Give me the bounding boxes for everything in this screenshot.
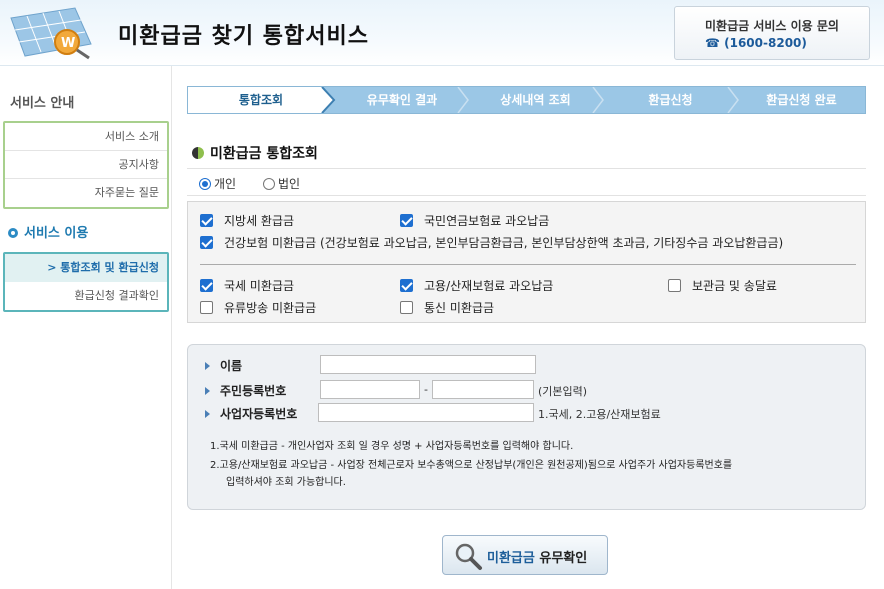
rrn-hint: (기본입력)	[538, 385, 588, 398]
rrn-dash: -	[424, 383, 428, 396]
magnifier-icon	[455, 543, 482, 570]
radio-individual[interactable]: 개인	[199, 175, 236, 192]
rrn-label: 주민등록번호	[205, 382, 286, 399]
triangle-icon	[205, 410, 210, 418]
check-existence-button[interactable]: 미환급금 유무확인	[442, 535, 608, 575]
sidebar-item-integrated-inquiry[interactable]: > 통합조회 및 환급신청	[5, 254, 167, 282]
sidebar-item-refund-result[interactable]: 환급신청 결과확인	[5, 282, 167, 310]
person-type-radios: 개인 법인	[187, 168, 866, 196]
note-2: 2.고용/산재보험료 과오납금 - 사업장 전체근로자 보수총액으로 산정납부(…	[210, 460, 733, 471]
step-detail-inquiry: 상세내역 조회	[500, 93, 571, 107]
sidebar-item-faq[interactable]: 자주묻는 질문	[5, 179, 167, 207]
rrn-first-input[interactable]	[320, 380, 420, 399]
radio-corporate[interactable]: 법인	[263, 175, 300, 192]
checkbox-telecom[interactable]: 통신 미환급금	[400, 299, 494, 316]
sidebar-section-title-info: 서비스 안내	[10, 96, 75, 111]
search-form: 이름 주민등록번호 - (기본입력) 사업자등록번호 1.국세, 2.고용/산재…	[187, 344, 866, 510]
step-existence-result: 유무확인 결과	[366, 93, 438, 107]
section-title: 미환급금 통합조회	[192, 143, 318, 163]
checkbox-icon[interactable]	[400, 301, 413, 314]
biz-number-input[interactable]	[318, 403, 534, 422]
checkbox-icon[interactable]	[668, 279, 681, 292]
progress-steps: 통합조회 유무확인 결과 상세내역 조회 환급신청 환급신청 완료	[187, 86, 866, 114]
logo-icon: W	[10, 7, 92, 60]
checkbox-icon[interactable]	[200, 301, 213, 314]
refund-type-checkboxes: 지방세 환급금 국민연금보험료 과오납금 건강보험 미환급금 (건강보험료 과오…	[187, 201, 866, 323]
rrn-second-input[interactable]	[432, 380, 534, 399]
name-label: 이름	[205, 357, 242, 374]
checkbox-broadcast[interactable]: 유류방송 미환급금	[200, 299, 316, 316]
check-existence-label: 미환급금 유무확인	[487, 551, 588, 566]
checkbox-icon[interactable]	[200, 214, 213, 227]
contact-title: 미환급금 서비스 이용 문의	[705, 19, 839, 33]
step-refund-complete: 환급신청 완료	[766, 93, 837, 107]
checkbox-national-tax[interactable]: 국세 미환급금	[200, 277, 294, 294]
section-icon	[192, 147, 204, 159]
radio-individual-icon[interactable]	[199, 178, 211, 190]
sidebar-item-service-intro[interactable]: 서비스 소개	[5, 123, 167, 151]
step-integrated-inquiry: 통합조회	[238, 93, 284, 107]
checkbox-national-pension[interactable]: 국민연금보험료 과오납금	[400, 212, 549, 229]
divider	[200, 264, 856, 265]
name-input[interactable]	[320, 355, 536, 374]
biz-label: 사업자등록번호	[205, 405, 297, 422]
checkbox-icon[interactable]	[400, 214, 413, 227]
contact-box: 미환급금 서비스 이용 문의 ☎ (1600-8200)	[674, 6, 870, 60]
svg-text:W: W	[61, 36, 75, 51]
sidebar: 서비스 안내 서비스 소개 공지사항 자주묻는 질문 서비스 이용 > 통합조회…	[0, 66, 172, 589]
checkbox-local-tax[interactable]: 지방세 환급금	[200, 212, 294, 229]
checkbox-icon[interactable]	[200, 236, 213, 249]
sidebar-info-box: 서비스 소개 공지사항 자주묻는 질문	[3, 121, 169, 209]
checkbox-health-insurance[interactable]: 건강보험 미환급금 (건강보험료 과오납금, 본인부담금환급금, 본인부담상한액…	[200, 234, 783, 251]
note-3: 입력하셔야 조회 가능합니다.	[226, 477, 346, 488]
contact-phone: ☎ (1600-8200)	[705, 36, 807, 50]
triangle-icon	[205, 387, 210, 395]
checkbox-icon[interactable]	[200, 279, 213, 292]
page-title: 미환급금 찾기 통합서비스	[118, 24, 369, 49]
checkbox-employment-insurance[interactable]: 고용/산재보험료 과오납금	[400, 277, 553, 294]
checkbox-deposit-fee[interactable]: 보관금 및 송달료	[668, 277, 777, 294]
triangle-icon	[205, 362, 210, 370]
bullet-icon	[8, 228, 18, 238]
header: W 미환급금 찾기 통합서비스 미환급금 서비스 이용 문의 ☎ (1600-8…	[0, 0, 884, 66]
radio-corporate-icon[interactable]	[263, 178, 275, 190]
biz-hint: 1.국세, 2.고용/산재보험료	[538, 408, 661, 421]
step-refund-apply: 환급신청	[648, 93, 693, 107]
checkbox-icon[interactable]	[400, 279, 413, 292]
sidebar-use-box: > 통합조회 및 환급신청 환급신청 결과확인	[3, 252, 169, 312]
sidebar-item-notice[interactable]: 공지사항	[5, 151, 167, 179]
note-1: 1.국세 미환급금 - 개인사업자 조회 일 경우 성명 + 사업자등록번호를 …	[210, 441, 574, 452]
sidebar-section-title-use: 서비스 이용	[8, 222, 88, 241]
